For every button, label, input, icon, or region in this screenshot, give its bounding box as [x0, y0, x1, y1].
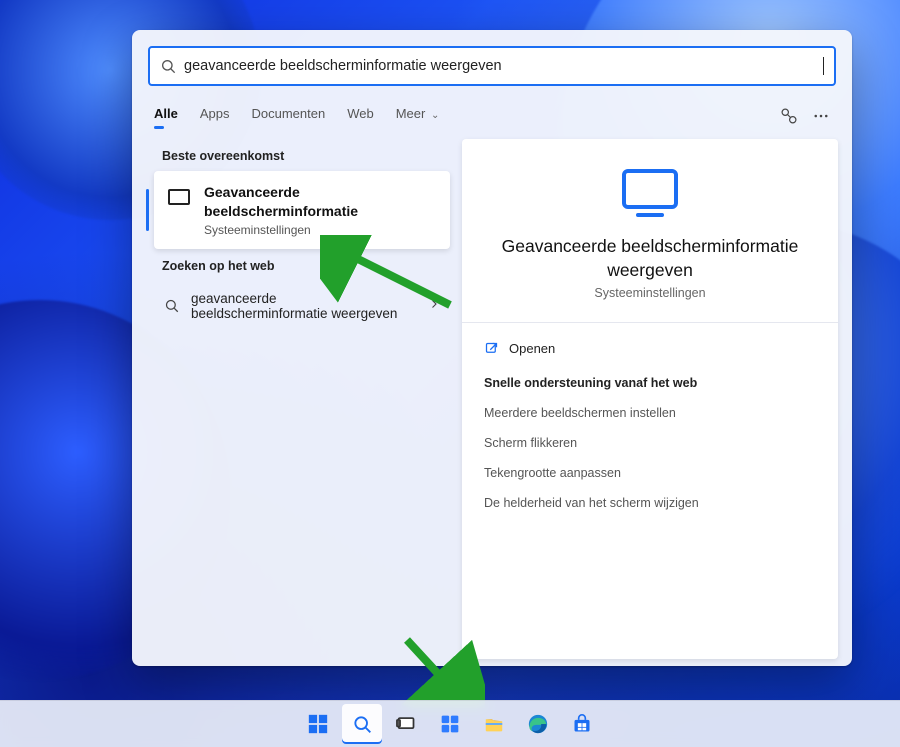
- search-icon: [164, 298, 179, 313]
- search-icon: [160, 58, 176, 74]
- tab-apps[interactable]: Apps: [200, 100, 230, 131]
- chevron-down-icon: ⌄: [431, 110, 439, 121]
- search-input[interactable]: [184, 58, 823, 74]
- taskbar-start-button[interactable]: [298, 704, 338, 744]
- taskbar-widgets-button[interactable]: [430, 704, 470, 744]
- taskbar-search-button[interactable]: [342, 704, 382, 744]
- desktop: Alle Apps Documenten Web Meer ⌄: [0, 0, 900, 747]
- quick-help-heading: Snelle ondersteuning vanaf het web: [484, 376, 816, 390]
- divider: [462, 322, 838, 323]
- best-match-label: Beste overeenkomst: [154, 139, 450, 171]
- tab-more[interactable]: Meer ⌄: [396, 100, 440, 131]
- quick-link[interactable]: Scherm flikkeren: [484, 428, 816, 458]
- search-web-label: Zoeken op het web: [154, 249, 450, 281]
- taskbar-edge-button[interactable]: [518, 704, 558, 744]
- search-flyout: Alle Apps Documenten Web Meer ⌄: [132, 30, 852, 666]
- detail-title: Geavanceerde beeldscherminformatie weerg…: [484, 235, 816, 282]
- tab-all[interactable]: Alle: [154, 100, 178, 131]
- taskbar-taskview-button[interactable]: [386, 704, 426, 744]
- search-tabs: Alle Apps Documenten Web Meer ⌄: [132, 90, 852, 131]
- search-options-icon[interactable]: [780, 107, 798, 125]
- text-cursor: [823, 57, 824, 75]
- monitor-icon: [168, 189, 190, 205]
- search-bar[interactable]: [148, 46, 836, 86]
- web-result-line2: beeldscherminformatie weergeven: [191, 306, 397, 321]
- quick-link[interactable]: Meerdere beeldschermen instellen: [484, 398, 816, 428]
- open-icon: [484, 341, 499, 356]
- web-search-result[interactable]: geavanceerde beeldscherminformatie weerg…: [154, 281, 450, 331]
- best-match-title-line1: Geavanceerde: [204, 184, 300, 200]
- tab-more-label: Meer: [396, 106, 426, 121]
- detail-subtitle: Systeeminstellingen: [484, 286, 816, 300]
- best-match-result[interactable]: Geavanceerde beeldscherminformatie Syste…: [154, 171, 450, 249]
- monitor-large-icon: [622, 169, 678, 209]
- open-action[interactable]: Openen: [484, 335, 816, 362]
- quick-link[interactable]: De helderheid van het scherm wijzigen: [484, 488, 816, 518]
- taskbar: [0, 700, 900, 747]
- best-match-subtitle: Systeeminstellingen: [204, 223, 358, 237]
- chevron-right-icon: [428, 298, 440, 313]
- web-result-line1: geavanceerde: [191, 291, 277, 306]
- taskbar-store-button[interactable]: [562, 704, 602, 744]
- taskbar-explorer-button[interactable]: [474, 704, 514, 744]
- quick-link[interactable]: Tekengrootte aanpassen: [484, 458, 816, 488]
- tab-web[interactable]: Web: [347, 100, 374, 131]
- overflow-icon[interactable]: [812, 107, 830, 125]
- open-label: Openen: [509, 341, 555, 356]
- best-match-title-line2: beeldscherminformatie: [204, 203, 358, 219]
- result-detail-panel: Geavanceerde beeldscherminformatie weerg…: [462, 139, 838, 659]
- tab-documents[interactable]: Documenten: [251, 100, 325, 131]
